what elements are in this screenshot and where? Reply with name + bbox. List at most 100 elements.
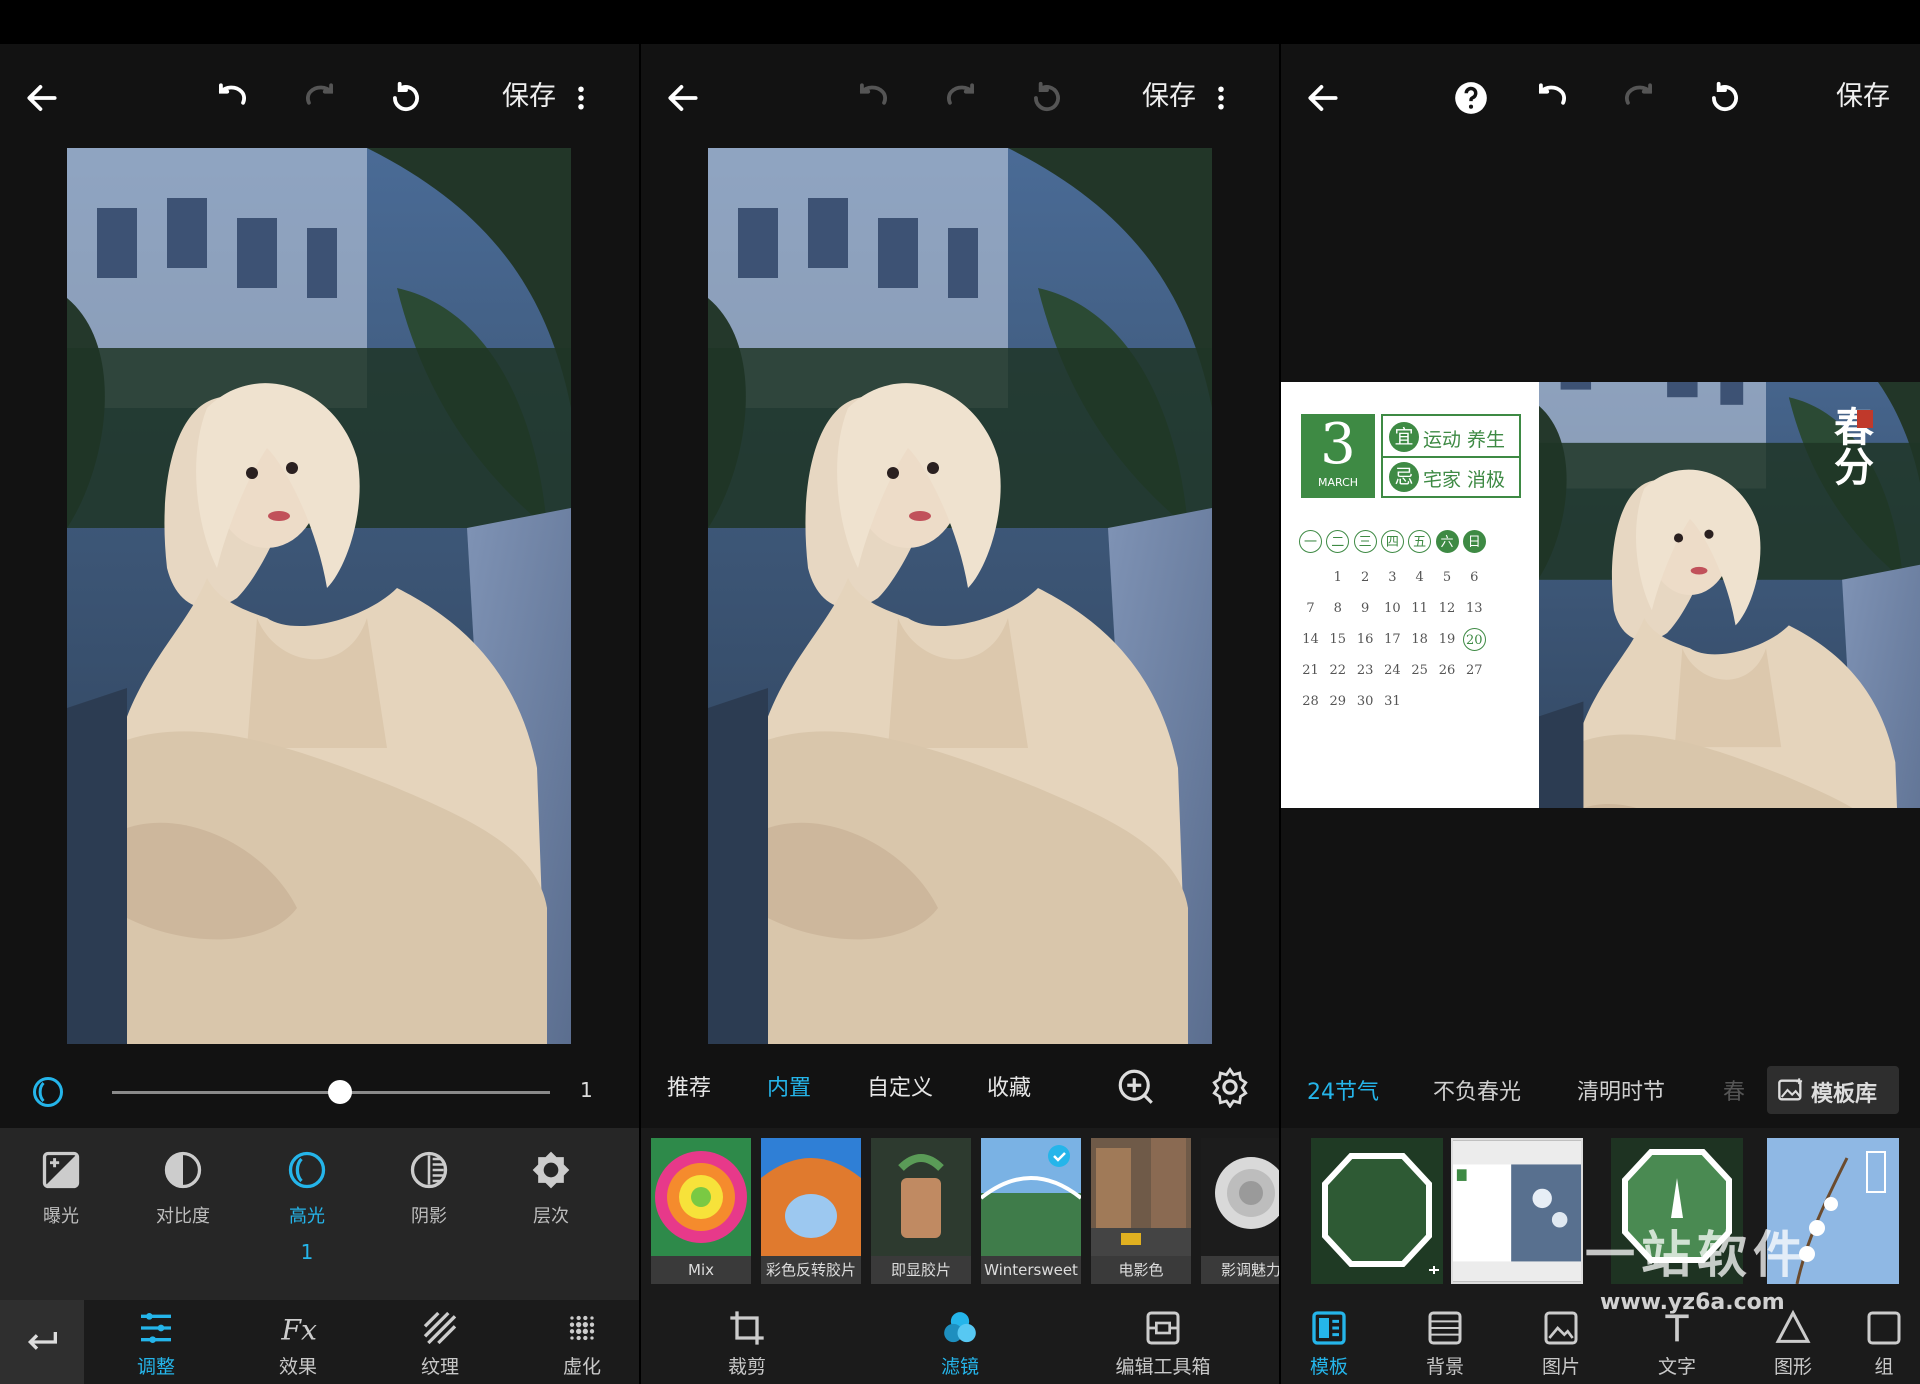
tool-highlight[interactable]: 高光 1 [252,1148,362,1264]
calendar-day: 5 [1442,570,1452,585]
reset-icon[interactable] [1021,72,1073,124]
filter-mix[interactable]: Mix [651,1138,751,1284]
redo-icon[interactable] [935,72,987,124]
nav-texture[interactable]: 纹理 [380,1308,500,1379]
nav-label: 文字 [1657,1356,1696,1378]
redo-icon[interactable] [294,72,346,124]
photo-canvas[interactable] [708,148,1212,1044]
category-qingming[interactable]: 清明时节 [1577,1074,1665,1106]
calendar-weekday: 二 [1326,530,1350,553]
top-toolbar: 保存 [0,44,639,150]
filter-cinema[interactable]: 电影色 [1091,1138,1191,1284]
tool-contrast[interactable]: 对比度 [128,1148,238,1228]
back-arrow-icon[interactable] [16,72,68,124]
undo-icon[interactable] [847,72,899,124]
calendar-day: 14 [1302,632,1319,647]
nav-label: 效果 [278,1356,317,1378]
return-icon [27,1332,57,1350]
adjust-icon [136,1308,176,1348]
nav-adjust[interactable]: 调整 [96,1308,216,1379]
template-thumbnail-selected[interactable] [1451,1138,1583,1284]
nav-label: 组 [1874,1356,1894,1378]
filter-instant-film[interactable]: 即显胶片 [871,1138,971,1284]
more-icon[interactable] [1206,72,1236,124]
adjust-slider[interactable] [112,1080,550,1104]
ji-text: 宅家 消极 [1423,469,1506,491]
nav-filter[interactable]: 滤镜 [900,1308,1020,1379]
yi-badge: 宜 [1389,422,1419,452]
category-more[interactable]: 春 [1723,1074,1745,1106]
nav-shape[interactable]: 图形 [1733,1308,1853,1379]
watermark-title: 一站软件 [1585,1226,1809,1284]
filter-thumbnail [1201,1138,1279,1256]
add-filter-icon[interactable] [1115,1066,1157,1108]
nav-blur[interactable]: 虚化 [522,1308,639,1379]
redo-icon[interactable] [1613,72,1665,124]
calendar-day: 22 [1329,663,1347,678]
template-preview [1311,1138,1443,1284]
calendar-day-highlight: 20 [1462,628,1486,651]
reset-icon[interactable] [1699,72,1751,124]
calendar-day: 26 [1438,663,1456,678]
save-button[interactable]: 保存 [502,74,556,113]
watermark-url: www.yz6a.com [1600,1290,1785,1315]
tool-exposure[interactable]: 曝光 [6,1148,116,1228]
nav-crop[interactable]: 裁剪 [687,1308,807,1379]
return-button[interactable] [0,1300,84,1384]
nav-background[interactable]: 背景 [1385,1308,1505,1379]
tab-custom[interactable]: 自定义 [867,1070,933,1102]
tool-label: 阴影 [411,1206,447,1227]
filter-tone-charm[interactable]: 影调魅力 [1201,1138,1279,1284]
nav-image[interactable]: 图片 [1501,1308,1621,1379]
save-button[interactable]: 保存 [1142,74,1196,113]
tab-recommended[interactable]: 推荐 [667,1070,711,1102]
nav-label: 虚化 [562,1356,601,1378]
calendar-day: 21 [1302,663,1319,678]
photo-canvas[interactable] [67,148,571,1044]
fx-icon: Fx [278,1308,318,1348]
filter-thumbnail [1091,1138,1191,1256]
template-categories: 24节气 不负春光 清明时节 春 模板库 [1281,1058,1920,1118]
category-solar-terms[interactable]: 24节气 [1307,1074,1379,1106]
calendar-day: 25 [1411,663,1428,678]
save-button[interactable]: 保存 [1836,74,1890,113]
nav-toolbox[interactable]: 编辑工具箱 [1093,1308,1233,1379]
tab-builtin[interactable]: 内置 [767,1070,811,1102]
template-canvas[interactable]: 3 MARCH 宜 运动 养生 忌 宅家 消极 一二三四五六日123456789… [1281,382,1920,808]
filter-thumbnail [981,1138,1081,1256]
back-arrow-icon[interactable] [657,72,709,124]
nav-label: 裁剪 [727,1356,766,1378]
back-arrow-icon[interactable] [1297,72,1349,124]
template-library-button[interactable]: 模板库 [1767,1066,1899,1114]
image-library-icon [1778,1078,1803,1101]
template-preview [1453,1140,1581,1282]
nav-label: 图形 [1773,1356,1812,1378]
category-spring[interactable]: 不负春光 [1433,1074,1521,1106]
tool-shadow[interactable]: 阴影 [374,1148,484,1228]
template-thumbnail[interactable] [1311,1138,1443,1284]
nav-label: 纹理 [420,1356,459,1378]
contrast-icon [161,1148,205,1192]
settings-gear-icon[interactable] [1209,1066,1251,1109]
nav-group[interactable]: 组 [1849,1308,1919,1379]
month-name: MARCH [1317,476,1359,489]
tab-favorites[interactable]: 收藏 [987,1070,1031,1102]
filter-color-reversal[interactable]: 彩色反转胶片 [761,1138,861,1284]
more-icon[interactable] [566,72,596,124]
help-icon[interactable] [1445,72,1497,124]
crop-icon [727,1308,767,1348]
nav-label: 调整 [136,1356,175,1378]
tool-structure[interactable]: 层次 [496,1148,606,1228]
filter-wintersweet[interactable]: Wintersweet [981,1138,1081,1284]
undo-icon[interactable] [206,72,258,124]
library-label: 模板库 [1811,1082,1878,1107]
undo-icon[interactable] [1526,72,1578,124]
nav-template[interactable]: 模板 [1281,1308,1389,1379]
filter-list: Mix 彩色反转胶片 即显胶片 Wintersweet 电影色 影调魅力 [641,1128,1279,1300]
nav-effects[interactable]: Fx 效果 [238,1308,358,1379]
structure-icon [529,1148,573,1192]
nav-text[interactable]: 文字 [1617,1308,1737,1379]
filter-icon [940,1308,980,1348]
reset-icon[interactable] [380,72,432,124]
slider-handle[interactable] [327,1080,352,1104]
